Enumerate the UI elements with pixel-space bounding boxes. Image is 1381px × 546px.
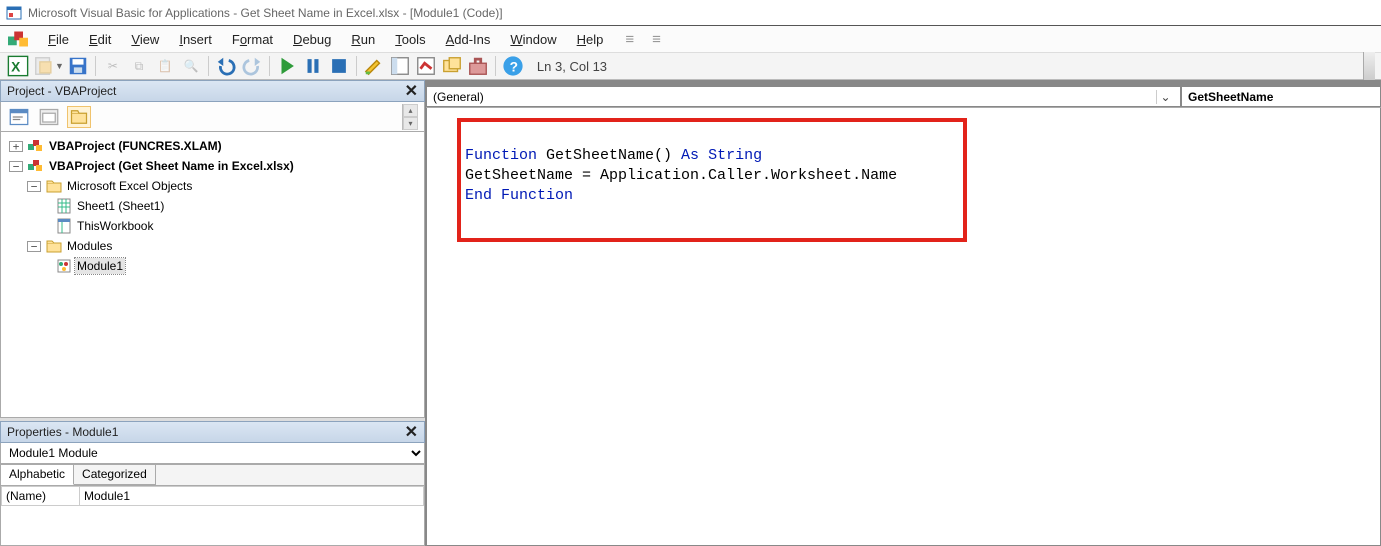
cut-icon[interactable]: ✂ (101, 55, 125, 77)
indent-icon[interactable]: ≡ (619, 29, 640, 50)
insert-dropdown-icon[interactable]: ▼ (55, 61, 64, 71)
menubar: File Edit View Insert Format Debug Run T… (0, 26, 1381, 52)
svg-text:X: X (11, 60, 21, 75)
code-object-dropdown[interactable]: (General) ⌄ (426, 86, 1181, 107)
code-editor[interactable]: Function GetSheetName() As String GetShe… (426, 108, 1381, 546)
properties-window-icon[interactable] (414, 55, 438, 77)
tree-thisworkbook[interactable]: ThisWorkbook (1, 216, 424, 236)
project-icon (28, 138, 44, 154)
view-object-icon[interactable] (37, 106, 61, 128)
window-titlebar: Microsoft Visual Basic for Applications … (0, 0, 1381, 26)
properties-panel-close-icon[interactable]: ✕ (405, 422, 418, 442)
object-browser-icon[interactable] (440, 55, 464, 77)
toolbar: X ▼ ✂ ⧉ 📋 🔍 ? Ln 3, Col 13 (0, 52, 1381, 80)
properties-panel-title: Properties - Module1 ✕ (0, 421, 425, 443)
run-icon[interactable] (275, 55, 299, 77)
vba-app-icon (6, 5, 22, 21)
window-title: Microsoft Visual Basic for Applications … (28, 6, 503, 20)
paste-icon[interactable]: 📋 (153, 55, 177, 77)
code-header: (General) ⌄ GetSheetName (426, 86, 1381, 108)
view-code-icon[interactable] (7, 106, 31, 128)
menu-edit[interactable]: Edit (79, 29, 121, 50)
code-procedure-dropdown[interactable]: GetSheetName (1181, 86, 1381, 107)
menu-tools[interactable]: Tools (385, 29, 435, 50)
project-panel-close-icon[interactable]: ✕ (405, 81, 418, 101)
toolbox-icon[interactable] (466, 55, 490, 77)
prop-name-key: (Name) (2, 487, 80, 506)
menu-view[interactable]: View (121, 29, 169, 50)
design-mode-icon[interactable] (362, 55, 386, 77)
project-scroll[interactable]: ▴▾ (402, 104, 418, 130)
redo-icon[interactable] (240, 55, 264, 77)
pause-icon[interactable] (301, 55, 325, 77)
folder-icon (46, 238, 62, 254)
tree-module1[interactable]: Module1 (1, 256, 424, 276)
toggle-folders-icon[interactable] (67, 106, 91, 128)
help-icon[interactable]: ? (501, 55, 525, 77)
stop-icon[interactable] (327, 55, 351, 77)
project-panel-title: Project - VBAProject ✕ (0, 80, 425, 102)
menu-run[interactable]: Run (341, 29, 385, 50)
project-tree[interactable]: + VBAProject (FUNCRES.XLAM) − VBAProject… (0, 132, 425, 418)
module-icon (56, 258, 72, 274)
copy-icon[interactable]: ⧉ (127, 55, 151, 77)
svg-text:?: ? (509, 60, 517, 75)
menu-format[interactable]: Format (222, 29, 283, 50)
menu-file[interactable]: File (38, 29, 79, 50)
properties-panel: Properties - Module1 ✕ Module1 Module Al… (0, 418, 425, 546)
code-highlight-box: Function GetSheetName() As String GetShe… (457, 118, 967, 242)
save-icon[interactable] (66, 55, 90, 77)
prop-name-value[interactable]: Module1 (80, 487, 424, 506)
properties-grid[interactable]: (Name) Module1 (0, 486, 425, 546)
worksheet-icon (56, 198, 72, 214)
menu-help[interactable]: Help (567, 29, 614, 50)
menu-window[interactable]: Window (500, 29, 566, 50)
undo-icon[interactable] (214, 55, 238, 77)
left-panels: Project - VBAProject ✕ ▴▾ + VBAProject (… (0, 80, 426, 546)
tree-modules-folder[interactable]: − Modules (1, 236, 424, 256)
excel-view-icon[interactable]: X (6, 55, 30, 77)
dropdown-arrow-icon[interactable]: ⌄ (1156, 90, 1174, 104)
vba-menu-icon (8, 29, 28, 49)
code-pane: (General) ⌄ GetSheetName Function GetShe… (426, 80, 1381, 546)
tree-project-funcres[interactable]: + VBAProject (FUNCRES.XLAM) (1, 136, 424, 156)
folder-icon (46, 178, 62, 194)
find-icon[interactable]: 🔍 (179, 55, 203, 77)
tree-project-main[interactable]: − VBAProject (Get Sheet Name in Excel.xl… (1, 156, 424, 176)
menu-addins[interactable]: Add-Ins (436, 29, 501, 50)
cursor-position-label: Ln 3, Col 13 (537, 59, 607, 74)
outdent-icon[interactable]: ≡ (646, 29, 667, 50)
insert-module-icon[interactable] (32, 55, 56, 77)
toolbar-grip (1363, 52, 1375, 80)
tree-excel-objects-folder[interactable]: − Microsoft Excel Objects (1, 176, 424, 196)
project-explorer-icon[interactable] (388, 55, 412, 77)
tree-sheet1[interactable]: Sheet1 (Sheet1) (1, 196, 424, 216)
project-icon (28, 158, 44, 174)
properties-object-selector[interactable]: Module1 Module (0, 443, 425, 464)
properties-tab-categorized[interactable]: Categorized (74, 465, 156, 485)
properties-tab-alphabetic[interactable]: Alphabetic (1, 465, 74, 485)
properties-tabs: Alphabetic Categorized (0, 464, 425, 486)
menu-insert[interactable]: Insert (169, 29, 222, 50)
workbook-icon (56, 218, 72, 234)
project-panel-toolbar: ▴▾ (0, 102, 425, 132)
menu-debug[interactable]: Debug (283, 29, 341, 50)
